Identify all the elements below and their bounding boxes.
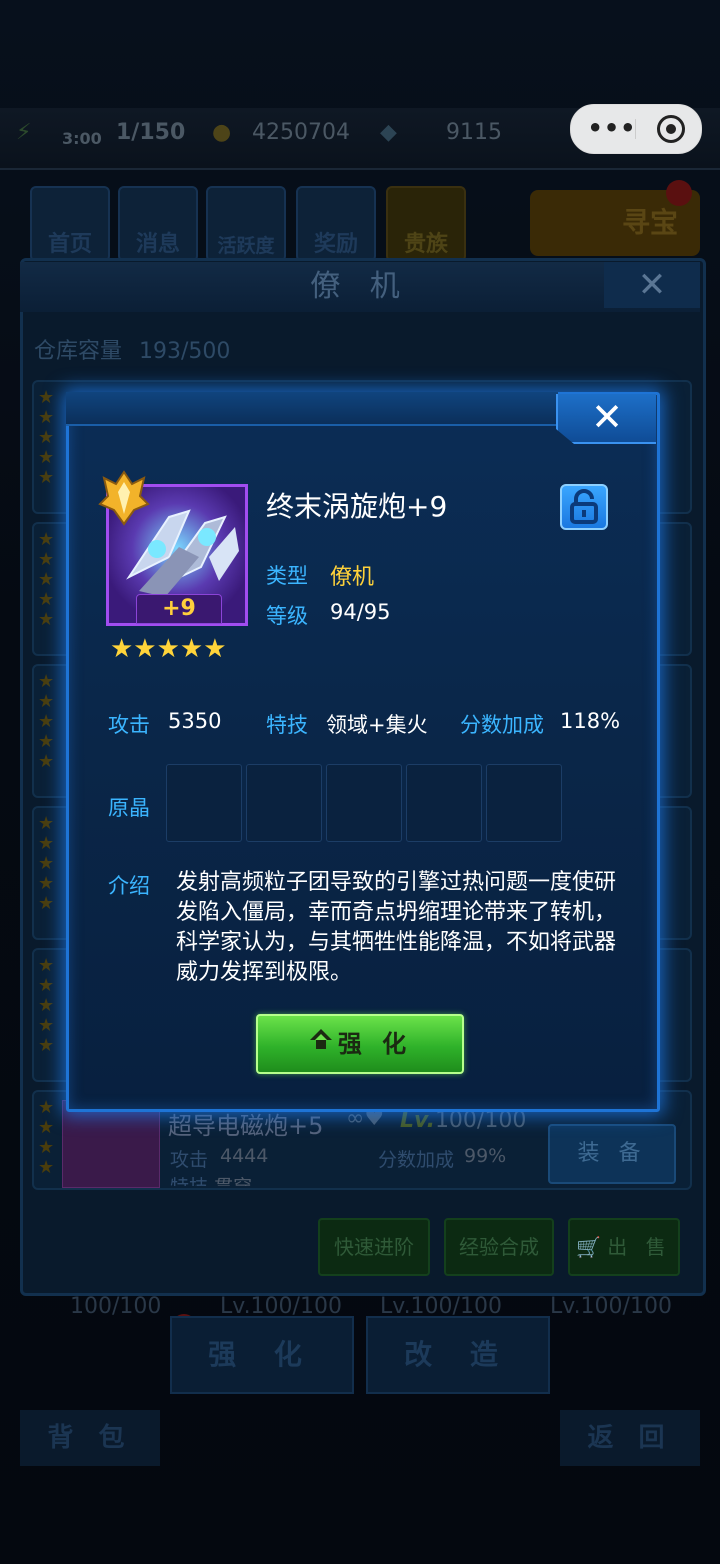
storage-capacity: 仓库容量 193/500: [34, 333, 230, 365]
rarity-stars: ★★★★★: [110, 634, 227, 664]
panel-title: 僚 机: [20, 262, 700, 312]
fast-advance-button: 快速进阶: [318, 1218, 430, 1276]
bg-attack-value: 4444: [220, 1145, 269, 1167]
bottom-level-1: 100/100: [70, 1294, 162, 1319]
crystal-label: 原晶: [108, 796, 150, 820]
bottom-modify-button: 改 造: [366, 1316, 550, 1394]
gem-icon: ◆: [380, 120, 397, 145]
lock-toggle-button[interactable]: [560, 484, 608, 530]
star-icon: ★ ★ ★ ★: [38, 1097, 55, 1178]
exp-merge-button: 经验合成: [444, 1218, 554, 1276]
gold-count: 4250704: [252, 120, 350, 145]
sell-button: 🛒出 售: [568, 1218, 680, 1276]
crystal-slot[interactable]: [326, 764, 402, 842]
gem-count: 9115: [446, 120, 502, 145]
intro-label: 介绍: [108, 874, 150, 898]
bg-score-label: 分数加成: [378, 1149, 455, 1171]
capacity-label: 仓库容量: [34, 339, 123, 364]
item-thumbnail: [62, 1100, 160, 1188]
crystal-slot[interactable]: [406, 764, 482, 842]
attack-label: 攻击: [108, 713, 150, 737]
star-icon: ★ ★ ★ ★ ★: [38, 529, 55, 630]
star-icon: ★ ★ ★ ★ ★: [38, 671, 55, 772]
nav-noble: 贵族: [386, 186, 466, 262]
enhance-button[interactable]: 强 化: [256, 1014, 464, 1074]
level-value: 94/95: [330, 600, 391, 624]
crystal-slot[interactable]: [246, 764, 322, 842]
item-name: 终末涡旋炮+9: [266, 490, 448, 523]
close-target-icon[interactable]: [657, 115, 685, 143]
capsule-divider: [635, 119, 636, 139]
skill-label: 特技: [266, 713, 308, 737]
nav-activity: 活跃度: [206, 186, 286, 262]
nav-rewards: 奖励: [296, 186, 376, 262]
star-icon: ★ ★ ★ ★ ★: [38, 387, 55, 488]
crystal-slot[interactable]: [166, 764, 242, 842]
star-icon: ★ ★ ★ ★ ★: [38, 955, 55, 1056]
panel-close-button: ✕: [604, 262, 700, 308]
bg-skill-value: 贯穿: [214, 1176, 252, 1186]
level-label: 等级: [266, 604, 308, 628]
rank-emblem-icon: [98, 470, 150, 526]
intro-text: 发射高频粒子团导致的引擎过热问题一度使研发陷入僵局，幸而奇点坍缩理论带来了转机，…: [176, 870, 617, 985]
score-bonus-value: 118%: [560, 709, 621, 733]
nav-home: 首页: [30, 186, 110, 262]
miniprogram-capsule: •••: [570, 104, 702, 154]
type-value: 僚机: [330, 565, 375, 590]
backpack-button: 背 包: [20, 1410, 160, 1466]
upgrade-arrow-icon: [308, 1016, 334, 1072]
bg-attack-label: 攻击: [170, 1149, 209, 1171]
nav-noble-label: 贵族: [403, 232, 448, 257]
score-bonus-label: 分数加成: [460, 713, 544, 737]
nav-rewards-label: 奖励: [313, 232, 358, 257]
skill-value: 领域+集火: [326, 713, 428, 737]
crystal-slot[interactable]: [486, 764, 562, 842]
sell-label: 出 售: [607, 1235, 672, 1259]
nav-activity-label: 活跃度: [217, 235, 275, 257]
stamina-timer: 3:00: [62, 129, 102, 148]
type-label: 类型: [266, 564, 308, 588]
nav-messages: 消息: [118, 186, 198, 262]
star-icon: ★ ★ ★ ★ ★: [38, 813, 55, 914]
enhance-button-label: 强 化: [337, 1030, 413, 1058]
bg-skill-row: 特技 贯穿: [170, 1172, 252, 1186]
unlock-icon: [570, 489, 598, 524]
bg-score-value: 99%: [464, 1145, 507, 1167]
notification-dot: [666, 180, 692, 206]
lightning-icon: ⚡: [16, 120, 32, 145]
bottom-level-4: Lv.100/100: [550, 1294, 672, 1319]
equip-button: 装 备: [548, 1124, 676, 1184]
cart-icon: 🛒: [576, 1235, 608, 1259]
back-button: 返 回: [560, 1410, 700, 1466]
nav-home-label: 首页: [47, 232, 92, 257]
bg-skill-label: 特技: [170, 1176, 208, 1186]
gold-icon: ●: [212, 120, 232, 145]
enhance-level-badge: +9: [136, 594, 222, 624]
more-menu-icon[interactable]: •••: [587, 105, 637, 153]
dialog-header-bar: [66, 392, 558, 426]
close-icon[interactable]: ✕: [556, 394, 656, 444]
capacity-value: 193/500: [139, 339, 231, 364]
bottom-enhance-button: 强 化: [170, 1316, 354, 1394]
stamina-count: 1/150: [116, 120, 186, 145]
attack-value: 5350: [168, 709, 222, 733]
nav-messages-label: 消息: [135, 232, 180, 257]
